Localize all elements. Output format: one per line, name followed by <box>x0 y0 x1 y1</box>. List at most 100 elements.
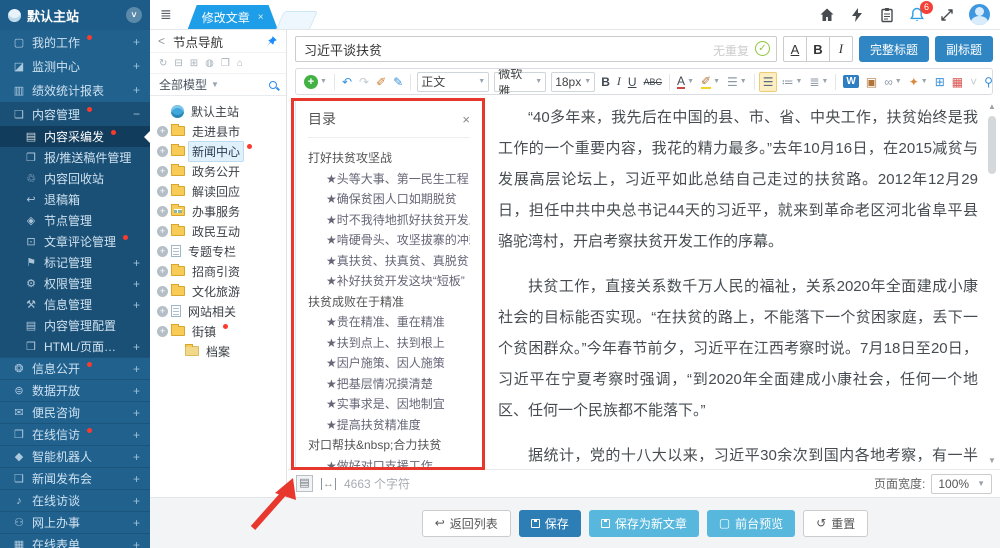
paste-icon[interactable]: ▣ ▼ <box>863 72 880 92</box>
scroll-up-icon[interactable]: ▲ <box>987 102 997 111</box>
site-switcher[interactable]: 默认主站 ˅ <box>0 0 150 30</box>
sidebar-item-monitor-center[interactable]: ◪ 监测中心 + <box>0 54 150 78</box>
tree-node-label[interactable]: 招商引资 <box>188 261 244 282</box>
toc-item[interactable]: 扶贫成败在于精准 <box>308 292 470 313</box>
sidebar-item-node-management[interactable]: ◈ 节点管理 <box>0 210 150 231</box>
tree-node-label[interactable]: 政民互动 <box>188 221 244 242</box>
tree-expand-toggle[interactable]: + <box>157 126 168 137</box>
tree-node-label[interactable]: 解读回应 <box>188 181 244 202</box>
tree-node[interactable]: + 招商引资 <box>157 261 286 281</box>
toc-item[interactable]: ★把基层情况摸清楚 <box>308 374 470 395</box>
back-chevron-icon[interactable]: < <box>158 34 165 48</box>
scroll-down-icon[interactable]: ▼ <box>987 456 997 465</box>
reset-button[interactable]: ↺ 重置 <box>803 510 868 537</box>
sidebar-item-content-management[interactable]: ❏ 内容管理 − <box>0 102 150 126</box>
insert-icon[interactable]: + ▼ <box>301 72 330 92</box>
sidebar-item-permission-management[interactable]: ⚙ 权限管理 + <box>0 273 150 294</box>
sidebar-item-my-work[interactable]: ▢ 我的工作 + <box>0 30 150 54</box>
front-preview-button[interactable]: ▢ 前台预览 <box>707 510 795 537</box>
seal-icon[interactable]: ▦ ▼ <box>949 72 966 92</box>
toc-item[interactable]: ★贵在精准、重在精准 <box>308 312 470 333</box>
tree-expand-toggle[interactable]: + <box>157 226 168 237</box>
tree-node-label[interactable]: 走进县市 <box>188 121 244 142</box>
toc-item[interactable]: 对口帮扶&nbsp;合力扶贫 <box>308 435 470 456</box>
tree-node[interactable]: + 档案 <box>157 341 286 361</box>
sidebar-item-recycle-bin[interactable]: ♲ 内容回收站 <box>0 168 150 189</box>
toc-item[interactable]: ★确保贫困人口如期脱贫 <box>308 189 470 210</box>
tree-expand-toggle[interactable]: + <box>157 206 168 217</box>
tree-node-selected[interactable]: + 新闻中心 <box>157 141 286 161</box>
toc-item[interactable]: 打好扶贫攻坚战 <box>308 148 470 169</box>
tree-node[interactable]: + 解读回应 <box>157 181 286 201</box>
font-family-select[interactable]: 微软雅 ▼ <box>494 72 546 92</box>
tree-node-label[interactable]: 默认主站 <box>187 101 243 122</box>
back-to-list-button[interactable]: ↩ 返回列表 <box>422 510 511 537</box>
tab-edit-article[interactable]: 修改文章 × <box>188 5 278 29</box>
tree-expand-toggle[interactable]: + <box>157 286 168 297</box>
tree-node[interactable]: + 政务公开 <box>157 161 286 181</box>
unordered-list-icon[interactable]: ≣ ▼ <box>806 72 831 92</box>
page-width-icon[interactable]: ↔ <box>321 478 336 490</box>
home-icon[interactable] <box>819 7 835 23</box>
sidebar-item-content-config[interactable]: ▤ 内容管理配置 <box>0 315 150 336</box>
model-filter-select[interactable]: 全部模型 <box>159 76 207 93</box>
toc-item[interactable]: ★时不我待地抓好扶贫开发工作 <box>308 210 470 231</box>
toc-item[interactable]: ★真扶贫、扶真贫、真脱贫 <box>308 251 470 272</box>
indent-icon[interactable]: ☰ ▼ <box>759 72 778 92</box>
title-italic-button[interactable]: I <box>829 36 853 62</box>
sidebar-item-press-conference[interactable]: ❏ 新闻发布会 + <box>0 467 150 489</box>
scrollbar-thumb[interactable] <box>988 116 996 174</box>
sidebar-item-comment-management[interactable]: ⊡ 文章评论管理 <box>0 231 150 252</box>
font-size-select[interactable]: 18px ▼ <box>551 72 595 92</box>
close-icon[interactable]: × <box>462 112 470 127</box>
toc-item[interactable]: ★补好扶贫开发这块“短板” <box>308 271 470 292</box>
collapse-all-icon[interactable]: ⊟ <box>174 58 182 69</box>
tree-node-label[interactable]: 新闻中心 <box>188 141 244 162</box>
user-avatar[interactable] <box>969 4 990 25</box>
search-icon[interactable] <box>269 81 277 89</box>
quick-action-icon[interactable] <box>849 7 865 23</box>
sidebar-item-online-petition[interactable]: ❒ 在线信访 + <box>0 423 150 445</box>
underline-icon[interactable]: U ▼ <box>625 72 640 92</box>
sidebar-item-rejected-box[interactable]: ↩ 退稿箱 <box>0 189 150 210</box>
eraser-icon[interactable]: ✎ ▼ <box>390 72 406 92</box>
tree-node-label[interactable]: 专题专栏 <box>184 241 240 262</box>
tree-node[interactable]: + 网站相关 <box>157 301 286 321</box>
expand-icon[interactable] <box>939 7 955 23</box>
magic-icon[interactable]: ✦ ▼ <box>906 72 931 92</box>
editor-scrollbar[interactable]: ▲ ▼ <box>987 102 997 465</box>
tree-node-root[interactable]: + 默认主站 <box>157 101 286 121</box>
title-bold-button[interactable]: B <box>806 36 830 62</box>
title-color-button[interactable]: A <box>783 36 807 62</box>
paragraph-format-select[interactable]: 正文 ▼ <box>417 72 489 92</box>
full-title-button[interactable]: 完整标题 <box>859 36 929 62</box>
tree-expand-toggle[interactable]: + <box>157 166 168 177</box>
sidebar-item-robot[interactable]: ◆ 智能机器人 + <box>0 445 150 467</box>
sidebar-item-open-data[interactable]: ⊜ 数据开放 + <box>0 379 150 401</box>
sidebar-item-info-disclosure[interactable]: ❂ 信息公开 + <box>0 357 150 379</box>
doc-icon[interactable]: ❐ <box>221 58 230 69</box>
tree-node[interactable]: + 政民互动 <box>157 221 286 241</box>
toc-item[interactable]: ★做好对口支援工作 <box>308 456 470 469</box>
toc-item[interactable]: ★实事求是、因地制宜 <box>308 394 470 415</box>
strikethrough-icon[interactable]: ABC ▼ <box>641 72 666 92</box>
highlight-color-icon[interactable]: ✐ ▼ <box>698 72 723 92</box>
table-icon[interactable]: ⊞ ▼ <box>932 72 948 92</box>
redo-icon[interactable]: ↷ ▼ <box>356 72 372 92</box>
site-icon[interactable]: ◍ <box>205 58 214 69</box>
sidebar-item-online-services[interactable]: ⚇ 网上办事 + <box>0 511 150 533</box>
toc-item[interactable]: ★啃硬骨头、攻坚拔寨的冲刺期 <box>308 230 470 251</box>
sidebar-item-push-manuscripts[interactable]: ❐ 报/推送稿件管理 <box>0 147 150 168</box>
tree-node-label[interactable]: 办事服务 <box>188 201 244 222</box>
tree-node-label[interactable]: 网站相关 <box>184 301 240 322</box>
tree-node[interactable]: + 文化旅游 <box>157 281 286 301</box>
toc-item[interactable]: ★头等大事、第一民生工程 <box>308 169 470 190</box>
tree-node-label[interactable]: 街镇 <box>188 321 220 342</box>
save-button[interactable]: 保存 <box>519 510 581 537</box>
tree-expand-toggle[interactable]: + <box>157 186 168 197</box>
sidebar-item-tag-management[interactable]: ⚑ 标记管理 + <box>0 252 150 273</box>
link-icon[interactable]: ∞ ▼ <box>881 72 905 92</box>
sidebar-item-html-cache[interactable]: ❒ HTML/页面缓存生成 + <box>0 336 150 357</box>
subtitle-button[interactable]: 副标题 <box>935 36 993 62</box>
article-title-input[interactable] <box>295 36 777 62</box>
